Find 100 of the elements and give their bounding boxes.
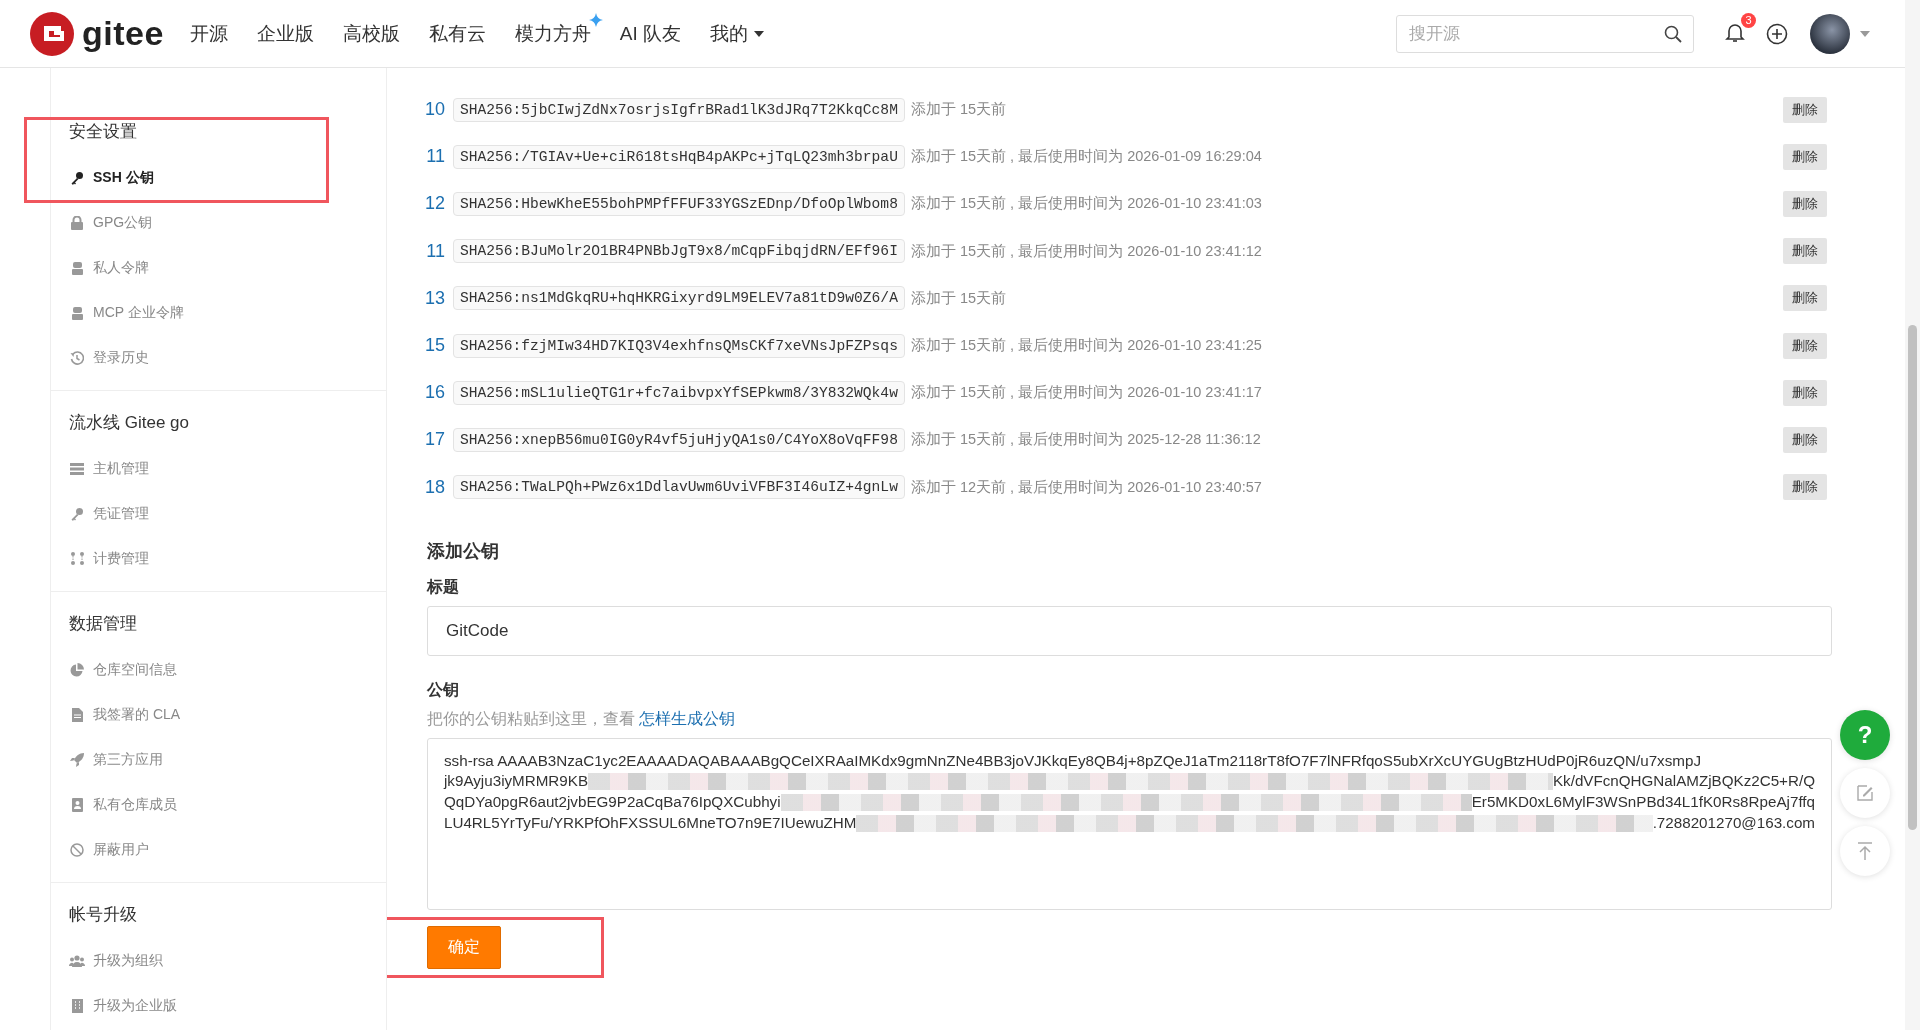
key-number: 18 [423,476,445,498]
sidebar-item-label: SSH 公钥 [93,168,154,187]
nav-link[interactable]: 私有云 [428,12,486,55]
key-info: 添加于 15天前 , 最后使用时间为 2026-01-10 23:41:25 [910,336,1262,356]
key-fingerprint: SHA256:xnepB56mu0IG0yR4vf5juHjyQA1s0/C4YoX8oVqFF98 [453,427,905,452]
logo-text[interactable]: gitee [82,14,164,53]
lock-icon [71,215,83,230]
delete-button[interactable]: 删除 [1783,190,1827,217]
sidebar-item[interactable]: MCP 企业令牌 [69,290,386,335]
sidebar-item[interactable]: 私有仓库成员 [69,782,386,827]
key-number: 11 [425,146,445,168]
key-number: 11 [425,240,445,262]
delete-button[interactable]: 删除 [1783,474,1827,501]
scrollbar-thumb[interactable] [1908,325,1917,830]
key-number: 16 [423,382,445,404]
key-text: .7288201270@163.com [1652,812,1815,833]
key-info: 添加于 15天前 , 最后使用时间为 2026-01-10 23:41:12 [910,241,1262,261]
sidebar-heading: 安全设置 [69,121,138,143]
avatar[interactable] [1810,13,1850,54]
caret-icon[interactable] [1860,30,1870,37]
nodes-icon [70,552,84,565]
key-text: QqDYa0pgR6aut2jvbEG9P2aCqBa76IpQXCubhyi [444,791,781,812]
pie-chart-icon [70,662,84,677]
sidebar-item-label: 私人令牌 [93,258,149,277]
sidebar-heading: 数据管理 [69,613,138,635]
building-icon [71,998,83,1013]
key-text: Er5MKD0xL6MylF3WSnPBd34L1fK0Rs8RpeAj7ffq [1471,791,1815,812]
field-label: 公钥 [427,679,460,700]
key-info: 添加于 15天前 , 最后使用时间为 2026-01-10 23:41:17 [910,383,1262,403]
key-fingerprint: SHA256:5jbCIwjZdNx7osrjsIgfrBRad1lK3dJRq7T2KkqCc8M [453,97,905,122]
sidebar-item[interactable]: 计费管理 [69,536,386,581]
nav-link[interactable]: 开源 [189,12,228,55]
sidebar-item-label: 我签署的 CLA [93,705,181,724]
sidebar-heading: 帐号升级 [69,904,138,926]
sidebar-item-label: 计费管理 [93,549,149,568]
search-icon[interactable] [1664,24,1682,43]
sidebar-item[interactable]: 升级为企业版 [69,983,386,1028]
sidebar-item-label: 仓库空间信息 [93,660,177,679]
nav-link[interactable]: 企业版 [256,12,314,55]
delete-button[interactable]: 删除 [1783,426,1827,453]
field-label: 标题 [427,576,460,597]
key-number: 13 [423,287,445,309]
sidebar-item[interactable]: 主机管理 [69,446,386,491]
document-icon [71,707,83,722]
sidebar-item[interactable]: 第三方应用 [69,737,386,782]
key-fingerprint: SHA256:mSL1ulieQTG1r+fc7aibvpxYfSEPkwm8/3Y832WQk4w [453,380,905,405]
key-number: 12 [423,193,445,215]
key-info: 添加于 15天前 , 最后使用时间为 2026-01-09 16:29:04 [910,147,1262,167]
nav-link[interactable]: 我的 [710,12,765,55]
plus-icon[interactable] [1766,22,1788,45]
nav-link[interactable]: 模力方舟 [514,12,603,55]
server-icon [70,462,84,475]
sidebar-item[interactable]: 我签署的 CLA [69,692,386,737]
sidebar-item[interactable]: GPG公钥 [69,200,386,245]
hint-text: 把你的公钥粘贴到这里，查看 怎样生成公钥 [427,708,737,729]
key-fingerprint: SHA256:/TGIAv+Ue+ciR618tsHqB4pAKPc+jTqLQ23mh3brpaU [453,144,905,169]
section-title: 添加公钥 [427,539,500,563]
history-icon [70,350,84,365]
badge-icon [71,797,83,812]
sidebar-item[interactable]: 升级为组织 [69,938,386,983]
title-field[interactable]: GitCode [427,605,1832,656]
key-info: 添加于 15天前 , 最后使用时间为 2026-01-10 23:41:03 [910,194,1262,214]
nav-link[interactable]: 高校版 [342,12,400,55]
sidebar-item-label: 屏蔽用户 [93,840,149,859]
key-field[interactable] [427,737,1832,910]
users-icon [69,954,85,967]
key-text: Kk/dVFcnQHGNalAMZjBQKz2C5+R/Q [1552,770,1815,791]
robot-icon [70,260,84,275]
sidebar-item-label: 凭证管理 [93,504,149,523]
key-fingerprint: SHA256:ns1MdGkqRU+hqHKRGixyrd9LM9ELEV7a81tD9w0Z6/A [453,286,905,311]
sidebar-item[interactable]: 登录历史 [69,335,386,380]
caret-icon [754,30,765,37]
delete-button[interactable]: 删除 [1783,332,1827,359]
nav-link[interactable]: AI 队友 [619,12,682,55]
delete-button[interactable]: 删除 [1783,96,1827,123]
sidebar-item[interactable]: 私人令牌 [69,245,386,290]
search-field[interactable]: 搜开源 [1396,14,1694,53]
sidebar-item-label: 升级为企业版 [93,996,177,1015]
delete-button[interactable]: 删除 [1783,238,1827,265]
delete-button[interactable]: 删除 [1783,285,1827,312]
delete-button[interactable]: 删除 [1783,143,1827,170]
delete-button[interactable]: 删除 [1783,379,1827,406]
robot-icon [70,305,84,320]
sidebar-item[interactable]: 仓库空间信息 [69,647,386,692]
key-fingerprint: SHA256:HbewKheE55bohPMPfFFUF33YGSzEDnp/DfoOplWbom8 [453,191,905,216]
key-number: 15 [423,335,445,357]
sidebar-item-label: 登录历史 [93,348,149,367]
rocket-icon [70,752,84,767]
sidebar-item[interactable]: 屏蔽用户 [69,827,386,872]
logo-icon[interactable] [30,11,74,56]
ban-icon [70,842,84,857]
key-text: LU4RL5YrTyFu/YRKPfOhFXSSUL6MneTO7n9E7IUewuZHM [444,812,857,833]
sidebar-item[interactable]: 凭证管理 [69,491,386,536]
key-text: ssh-rsa AAAAB3NzaC1yc2EAAAADAQABAAABgQCeIXRAaIMKdx9gmNnZNe4BB3joVJKkqEy8QB4j+8pZQeJ1aTm2118rT8fO7F7lNFRfqoS5ubXrXcUYGUgBtzHUdP0jR6uzQN/u7xsmpJ [444,750,1701,771]
sidebar-heading: 流水线 Gitee go [69,412,190,434]
sidebar-item[interactable]: SSH 公钥 [69,155,326,200]
key-info: 添加于 15天前 [910,100,1007,120]
help-link[interactable]: 怎样生成公钥 [639,709,736,727]
key-icon [70,170,84,185]
key-fingerprint: SHA256:fzjMIw34HD7KIQ3V4exhfnsQMsCKf7xeVNsJpFZPsqs [453,333,905,358]
